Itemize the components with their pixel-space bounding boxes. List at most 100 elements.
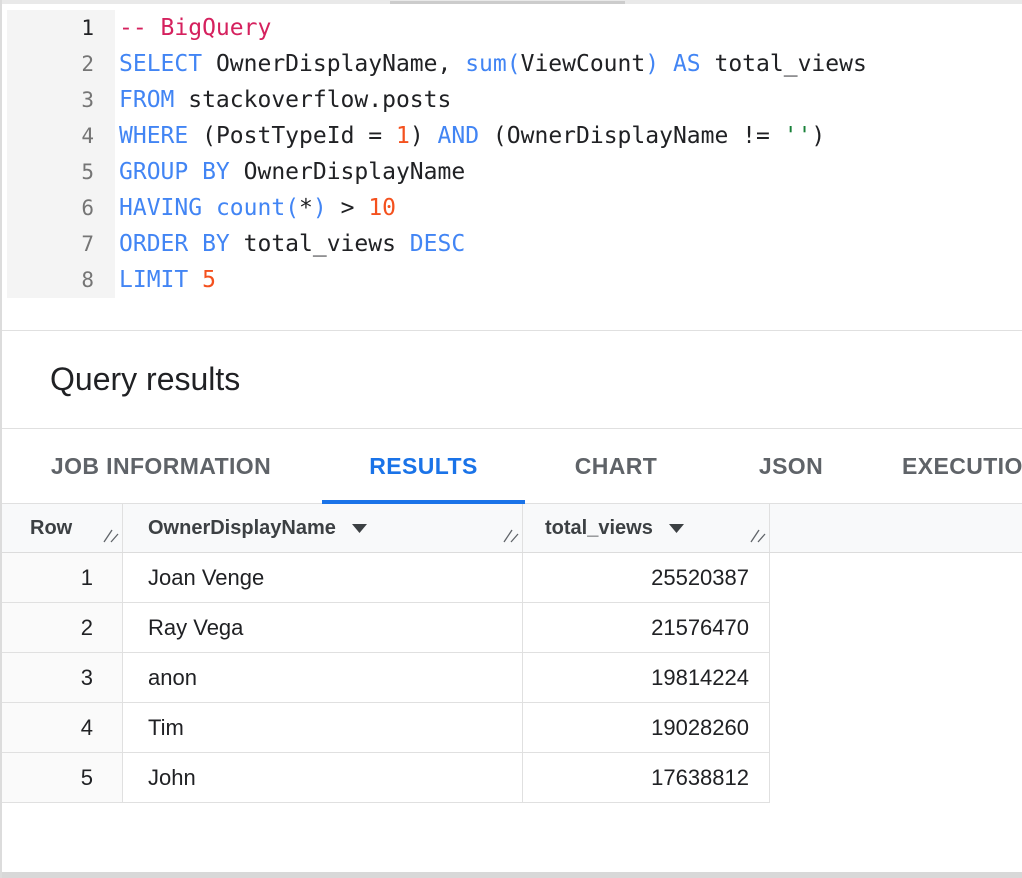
tab-job-information[interactable]: JOB INFORMATION (0, 429, 322, 503)
panel-left-border (0, 0, 2, 878)
code-token-plain: > (327, 195, 369, 221)
line-number: 8 (7, 262, 115, 298)
code-token-keyword: ORDER BY (119, 231, 230, 257)
code-token-keyword: WHERE (119, 123, 188, 149)
code-token-plain: total_views (230, 231, 410, 257)
line-number: 5 (7, 154, 115, 190)
code-text: -- BigQuery (115, 10, 271, 46)
tab-label: CHART (575, 453, 658, 480)
code-line: 8LIMIT 5 (7, 262, 1022, 298)
code-token-keyword: SELECT (119, 51, 202, 77)
owner-name-cell: John (123, 753, 523, 802)
row-number-cell: 5 (0, 753, 123, 802)
results-table-body: 1Joan Venge255203872Ray Vega215764703ano… (0, 553, 770, 803)
code-lines: 1-- BigQuery2SELECT OwnerDisplayName, su… (7, 10, 1022, 298)
column-header-filler (770, 504, 1022, 552)
table-row: 3anon19814224 (0, 653, 770, 703)
results-table-header: Row OwnerDisplayName total_views (0, 504, 1022, 553)
code-token-number: 5 (202, 267, 216, 293)
tab-results[interactable]: RESULTS (322, 429, 525, 503)
tab-label: JOB INFORMATION (51, 453, 271, 480)
row-number-cell: 1 (0, 553, 123, 602)
code-token-comment: -- BigQuery (119, 15, 271, 41)
line-number: 7 (7, 226, 115, 262)
column-header-ownerdisplayname[interactable]: OwnerDisplayName (123, 504, 523, 552)
tab-label: EXECUTION DETAILS (902, 453, 1022, 480)
row-number-cell: 3 (0, 653, 123, 702)
code-line: 5GROUP BY OwnerDisplayName (7, 154, 1022, 190)
total-views-cell: 19028260 (523, 703, 770, 752)
code-token-plain: ) (410, 123, 438, 149)
page-title: Query results (50, 361, 240, 398)
tab-label: JSON (759, 453, 823, 480)
total-views-cell: 25520387 (523, 553, 770, 602)
code-token-plain: * (299, 195, 313, 221)
code-token-keyword: FROM (119, 87, 174, 113)
total-views-cell: 21576470 (523, 603, 770, 652)
code-token-string: '' (784, 123, 812, 149)
code-token-keyword: LIMIT (119, 267, 188, 293)
code-token-plain: ) (811, 123, 825, 149)
table-row: 2Ray Vega21576470 (0, 603, 770, 653)
code-token-keyword: DESC (410, 231, 465, 257)
query-results-header: Query results (0, 330, 1022, 428)
tab-json[interactable]: JSON (707, 429, 875, 503)
owner-name-cell: Tim (123, 703, 523, 752)
column-resize-grip-icon[interactable] (502, 526, 519, 549)
code-token-plain (659, 51, 673, 77)
code-token-keyword: ) (313, 195, 327, 221)
panel-bottom-bar (0, 872, 1022, 878)
code-text: ORDER BY total_views DESC (115, 226, 465, 262)
code-token-plain (188, 267, 202, 293)
column-header-label: total_views (545, 517, 653, 540)
table-row: 5John17638812 (0, 753, 770, 803)
bigquery-results-panel: 1-- BigQuery2SELECT OwnerDisplayName, su… (0, 0, 1022, 878)
owner-name-cell: anon (123, 653, 523, 702)
total-views-cell: 17638812 (523, 753, 770, 802)
sort-dropdown-icon[interactable] (669, 524, 684, 533)
code-token-plain (202, 195, 216, 221)
code-token-keyword: HAVING (119, 195, 202, 221)
sort-dropdown-icon[interactable] (352, 524, 367, 533)
code-text: FROM stackoverflow.posts (115, 82, 451, 118)
code-line: 6HAVING count(*) > 10 (7, 190, 1022, 226)
code-token-keyword: ) (645, 51, 659, 77)
code-line: 1-- BigQuery (7, 10, 1022, 46)
code-token-plain: (OwnerDisplayName != (479, 123, 784, 149)
code-text: GROUP BY OwnerDisplayName (115, 154, 465, 190)
code-token-keyword: count( (216, 195, 299, 221)
code-line: 7ORDER BY total_views DESC (7, 226, 1022, 262)
code-token-plain: total_views (701, 51, 867, 77)
owner-name-cell: Joan Venge (123, 553, 523, 602)
code-line: 2SELECT OwnerDisplayName, sum(ViewCount)… (7, 46, 1022, 82)
line-number: 6 (7, 190, 115, 226)
code-token-number: 10 (368, 195, 396, 221)
code-token-keyword: sum( (465, 51, 520, 77)
code-token-plain: (PostTypeId = (188, 123, 396, 149)
row-number-cell: 4 (0, 703, 123, 752)
tab-chart[interactable]: CHART (525, 429, 707, 503)
code-token-number: 1 (396, 123, 410, 149)
code-text: HAVING count(*) > 10 (115, 190, 396, 226)
code-token-plain: OwnerDisplayName (230, 159, 465, 185)
tab-execution-details[interactable]: EXECUTION DETAILS (875, 429, 1022, 503)
code-token-keyword: AND (438, 123, 480, 149)
column-resize-grip-icon[interactable] (749, 526, 766, 549)
sql-editor[interactable]: 1-- BigQuery2SELECT OwnerDisplayName, su… (0, 4, 1022, 330)
table-row: 1Joan Venge25520387 (0, 553, 770, 603)
code-line: 4WHERE (PostTypeId = 1) AND (OwnerDispla… (7, 118, 1022, 154)
tab-label: RESULTS (369, 453, 477, 480)
code-token-keyword: AS (673, 51, 701, 77)
row-number-cell: 2 (0, 603, 123, 652)
column-header-row: Row (0, 504, 123, 552)
column-resize-grip-icon[interactable] (102, 526, 119, 549)
column-header-label: OwnerDisplayName (148, 517, 336, 540)
results-tab-bar: JOB INFORMATION RESULTS CHART JSON EXECUTION… (0, 428, 1022, 504)
owner-name-cell: Ray Vega (123, 603, 523, 652)
line-number: 3 (7, 82, 115, 118)
code-token-keyword: GROUP BY (119, 159, 230, 185)
code-token-plain: ViewCount (521, 51, 646, 77)
column-header-total_views[interactable]: total_views (523, 504, 770, 552)
table-row: 4Tim19028260 (0, 703, 770, 753)
code-token-plain: stackoverflow.posts (174, 87, 451, 113)
